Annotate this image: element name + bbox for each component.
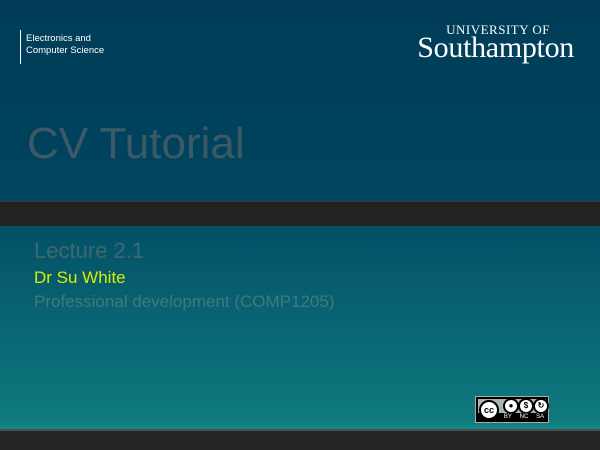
course-name: Professional development (COMP1205) [34,292,335,311]
cc-logo-text: cc [483,405,494,415]
slide-background: Electronics and Computer Science UNIVERS… [0,0,600,450]
creative-commons-badge: cc ● $ ↻ BY NC SA [475,396,549,423]
presenter-name: Dr Su White [34,268,126,287]
cc-label-sa: SA [536,414,545,420]
footer-bar [0,429,600,450]
cc-label-nc: NC [519,414,529,420]
cc-logo-icon: cc [479,400,499,420]
attribution-icon: ● [503,398,519,414]
department-line-2: Computer Science [26,45,105,56]
lecture-number: Lecture 2.1 [34,238,145,263]
sharealike-icon: ↻ [533,398,549,414]
university-logo: UNIVERSITY OF Southampton [374,22,574,70]
noncommercial-icon: $ [518,398,534,414]
department-name: Electronics and Computer Science [26,33,146,57]
department-line-1: Electronics and [26,33,91,44]
cc-license-labels: BY NC SA [500,413,548,421]
department-divider-line [20,30,21,64]
slide-title: CV Tutorial [27,119,245,168]
title-divider-bar [0,201,600,226]
cc-label-by: BY [503,414,512,420]
university-logo-name: Southampton [417,31,574,64]
